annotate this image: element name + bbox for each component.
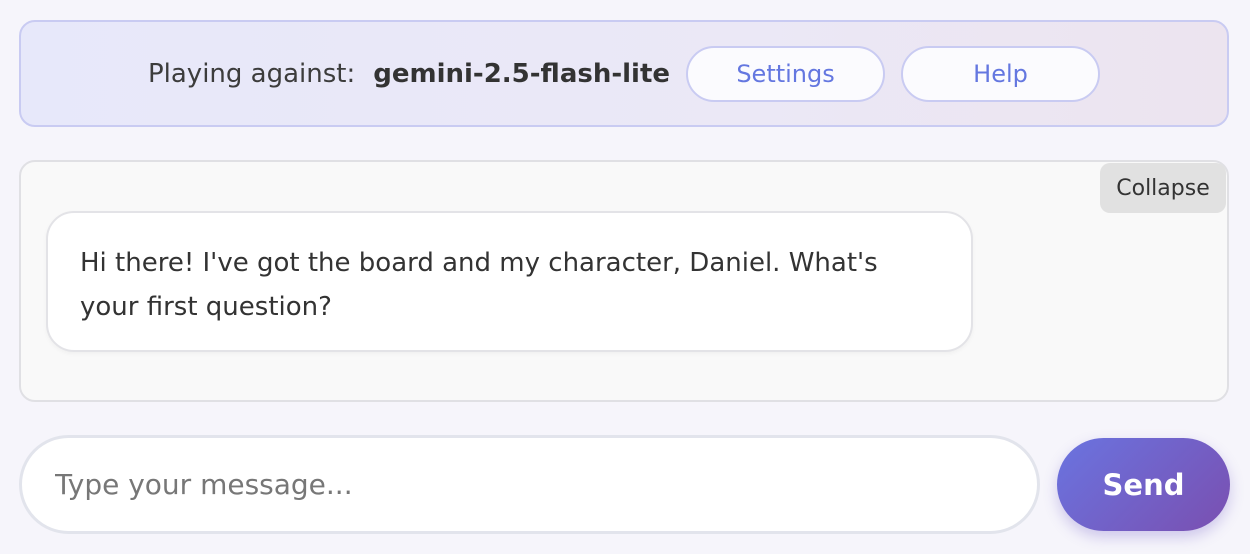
message-input[interactable] [55, 468, 1037, 501]
help-button[interactable]: Help [901, 45, 1101, 102]
message-input-container[interactable] [19, 435, 1040, 534]
playing-against-label: Playing against: [147, 58, 356, 89]
opponent-model-name: gemini-2.5-flash-lite [373, 58, 671, 89]
send-button[interactable]: Send [1057, 438, 1230, 531]
collapse-button[interactable]: Collapse [1100, 163, 1226, 213]
settings-button[interactable]: Settings [686, 45, 886, 102]
chat-panel: Collapse Hi there! I've got the board an… [19, 160, 1229, 402]
game-header: Playing against: gemini-2.5-flash-lite S… [19, 20, 1229, 127]
chat-message-bubble: Hi there! I've got the board and my char… [46, 211, 973, 352]
